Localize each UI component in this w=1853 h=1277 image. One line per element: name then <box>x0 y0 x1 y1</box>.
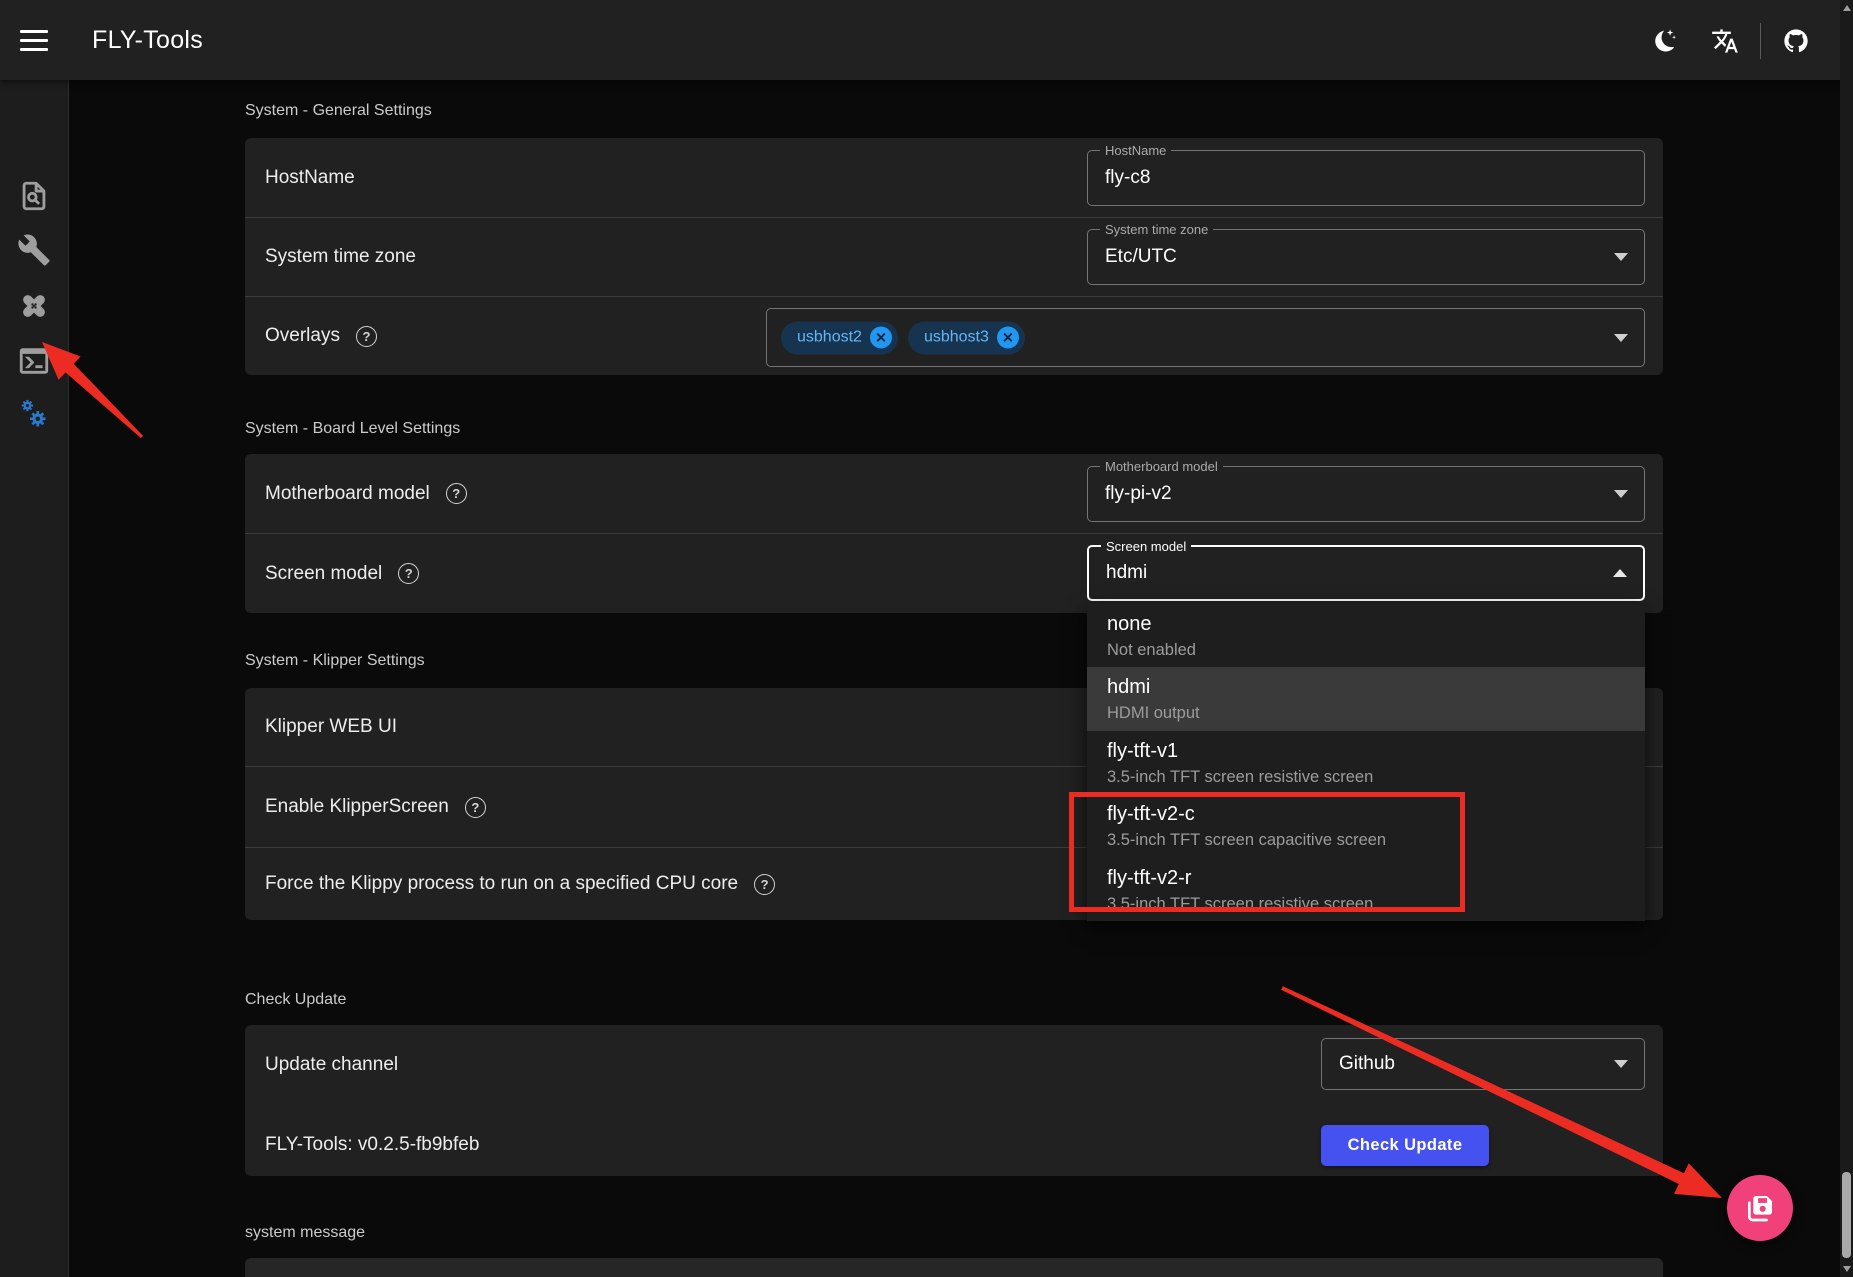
check-update-button[interactable]: Check Update <box>1321 1125 1489 1166</box>
section-title-update: Check Update <box>245 991 346 1009</box>
section-title-message: system message <box>245 1224 365 1242</box>
section-title-klipper: System - Klipper Settings <box>245 652 425 670</box>
klipper-web-ui-label: Klipper WEB UI <box>265 716 397 738</box>
wrench-icon[interactable] <box>17 233 51 267</box>
update-channel-label: Update channel <box>265 1054 398 1076</box>
app-title: FLY-Tools <box>92 0 203 80</box>
menu-item-hdmi[interactable]: hdmi HDMI output <box>1087 667 1645 730</box>
file-search-icon[interactable] <box>17 179 51 213</box>
settings-gears-icon[interactable] <box>17 398 51 432</box>
section-title-general: System - General Settings <box>245 102 432 120</box>
update-channel-select[interactable]: Github <box>1321 1038 1645 1090</box>
screen-model-field-value: hdmi <box>1106 562 1147 584</box>
chip-usbhost3-close-icon[interactable]: ✕ <box>997 327 1019 349</box>
motherboard-field-value: fly-pi-v2 <box>1105 483 1172 505</box>
screen-model-help-icon[interactable]: ? <box>398 563 419 584</box>
screen-model-select[interactable]: Screen model hdmi <box>1087 545 1645 601</box>
chip-usbhost2[interactable]: usbhost2 ✕ <box>781 321 898 354</box>
scrollbar-up-arrow[interactable] <box>1843 5 1851 11</box>
github-icon[interactable] <box>1782 27 1810 55</box>
scrollbar-thumb[interactable] <box>1842 1172 1851 1258</box>
save-all-fab-button[interactable] <box>1727 1175 1793 1241</box>
translate-icon[interactable] <box>1711 27 1739 55</box>
chip-usbhost3-label: usbhost3 <box>924 329 989 347</box>
cpu-core-label: Force the Klippy process to run on a spe… <box>265 873 738 895</box>
screen-model-dropdown-menu: none Not enabled hdmi HDMI output fly-tf… <box>1087 604 1645 921</box>
terminal-icon[interactable] <box>17 344 51 378</box>
timezone-select[interactable]: System time zone Etc/UTC <box>1087 229 1645 285</box>
section-title-board: System - Board Level Settings <box>245 420 460 438</box>
chevron-down-icon <box>1614 490 1628 498</box>
app-bar: FLY-Tools <box>0 0 1853 80</box>
chevron-down-icon <box>1614 253 1628 261</box>
overlays-chips: usbhost2 ✕ usbhost3 ✕ <box>781 321 1025 354</box>
chip-usbhost2-close-icon[interactable]: ✕ <box>870 327 892 349</box>
menu-item-none[interactable]: none Not enabled <box>1087 604 1645 667</box>
menu-item-fly-tft-v1[interactable]: fly-tft-v1 3.5-inch TFT screen resistive… <box>1087 731 1645 794</box>
motherboard-row-label: Motherboard model <box>265 483 430 505</box>
cpu-core-help-icon[interactable]: ? <box>754 874 775 895</box>
hostname-row-label: HostName <box>265 167 355 189</box>
klipperscreen-label: Enable KlipperScreen <box>265 796 449 818</box>
timezone-field-label: System time zone <box>1100 221 1213 238</box>
chevron-up-icon <box>1613 569 1627 577</box>
chip-usbhost2-label: usbhost2 <box>797 329 862 347</box>
screen-model-field-label: Screen model <box>1101 538 1191 555</box>
scrollbar-down-arrow[interactable] <box>1843 1266 1851 1272</box>
hostname-field-label: HostName <box>1100 142 1171 159</box>
chip-usbhost3[interactable]: usbhost3 ✕ <box>908 321 1025 354</box>
timezone-field-value: Etc/UTC <box>1105 246 1177 268</box>
menu-item-fly-tft-v2-c[interactable]: fly-tft-v2-c 3.5-inch TFT screen capacit… <box>1087 794 1645 857</box>
fly-tools-version-label: FLY-Tools: v0.2.5-fb9bfeb <box>265 1134 479 1156</box>
hostname-input[interactable]: HostName fly-c8 <box>1087 150 1645 206</box>
screen-model-row-label: Screen model <box>265 563 382 585</box>
dark-mode-moon-icon[interactable] <box>1650 27 1678 55</box>
motherboard-select[interactable]: Motherboard model fly-pi-v2 <box>1087 466 1645 522</box>
motherboard-help-icon[interactable]: ? <box>446 483 467 504</box>
overlays-select[interactable]: usbhost2 ✕ usbhost3 ✕ <box>766 308 1645 367</box>
timezone-row-label: System time zone <box>265 246 416 268</box>
chevron-down-icon <box>1614 334 1628 342</box>
chevron-down-icon <box>1614 1060 1628 1068</box>
motherboard-field-label: Motherboard model <box>1100 458 1223 475</box>
sidebar <box>0 80 69 1277</box>
overlays-row-label: Overlays <box>265 325 340 347</box>
patch-icon[interactable] <box>17 289 51 323</box>
toolbar-divider <box>1760 23 1761 59</box>
menu-hamburger-icon[interactable] <box>20 30 48 51</box>
save-all-icon <box>1744 1192 1776 1224</box>
overlays-help-icon[interactable]: ? <box>356 326 377 347</box>
scrollbar[interactable] <box>1840 0 1853 1277</box>
update-channel-value: Github <box>1339 1053 1395 1075</box>
card-system-message <box>245 1258 1663 1277</box>
hostname-field-value: fly-c8 <box>1105 167 1150 189</box>
menu-item-fly-tft-v2-r[interactable]: fly-tft-v2-r 3.5-inch TFT screen resisti… <box>1087 858 1645 921</box>
klipperscreen-help-icon[interactable]: ? <box>465 797 486 818</box>
